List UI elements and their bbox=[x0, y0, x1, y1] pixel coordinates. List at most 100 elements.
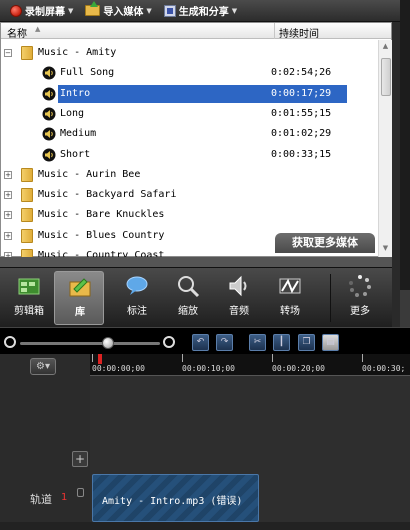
library-clip-row[interactable]: Short 0:00:33;15 bbox=[1, 145, 378, 165]
main-toolbar: 录制屏幕 ▼ 导入媒体 ▼ 生成和分享 ▼ bbox=[0, 0, 400, 22]
expand-icon[interactable]: + bbox=[4, 211, 12, 220]
ruler-tick-mark bbox=[362, 354, 363, 362]
library-clip-row[interactable]: Long 0:01:55;15 bbox=[1, 104, 378, 124]
get-more-media-button[interactable]: 获取更多媒体 bbox=[275, 233, 375, 253]
paste-button[interactable]: ▤ bbox=[322, 334, 339, 351]
clip-label: Short bbox=[60, 148, 91, 160]
timeline-settings-button[interactable]: ⚙▾ bbox=[30, 358, 56, 375]
folder-label: Music - Backyard Safari bbox=[38, 189, 177, 201]
tab-zoom[interactable]: 缩放 bbox=[163, 271, 213, 325]
preview-edge bbox=[400, 0, 410, 290]
audio-clip-icon bbox=[42, 107, 56, 121]
produce-share-button[interactable]: 生成和分享 ▼ bbox=[163, 3, 237, 18]
library-folder-row[interactable]: + Music - Backyard Safari bbox=[1, 185, 378, 205]
library-clip-row[interactable]: Medium 0:01:02;29 bbox=[1, 124, 378, 144]
timeline-clip-label: Amity - Intro.mp3 (错误) bbox=[102, 496, 243, 507]
library-panel: 名称 ▲ 持续时间 − Music - Amity Full Song 0:02:54… bbox=[0, 22, 392, 258]
tab-clip-bin-label: 剪辑箱 bbox=[14, 306, 44, 317]
audio-clip-icon bbox=[42, 148, 56, 161]
clip-bin-icon bbox=[18, 278, 40, 295]
folder-icon bbox=[21, 228, 33, 243]
more-icon bbox=[349, 275, 371, 297]
audio-clip-icon bbox=[42, 87, 56, 101]
record-label: 录制屏幕 bbox=[25, 7, 65, 18]
zoom-slider[interactable] bbox=[20, 337, 160, 349]
library-folder-row[interactable]: + Music - Aurin Bee bbox=[1, 165, 378, 185]
library-folder-row[interactable]: − Music - Amity bbox=[1, 43, 378, 63]
tab-library-label: 库 bbox=[75, 307, 85, 318]
scroll-down-icon[interactable]: ▼ bbox=[380, 244, 391, 255]
column-divider[interactable] bbox=[274, 23, 275, 39]
tab-more-label: 更多 bbox=[350, 306, 370, 317]
tab-zoom-label: 缩放 bbox=[178, 306, 198, 317]
zoom-in-icon[interactable] bbox=[163, 336, 175, 348]
scrollbar-thumb[interactable] bbox=[381, 58, 391, 96]
copy-button[interactable]: ❐ bbox=[298, 334, 315, 351]
ruler-tick-mark bbox=[92, 354, 93, 362]
library-header: 名称 ▲ 持续时间 bbox=[1, 23, 391, 40]
tab-audio-label: 音频 bbox=[229, 306, 249, 317]
tab-clip-bin[interactable]: 剪辑箱 bbox=[4, 271, 54, 325]
tab-callouts[interactable]: 标注 bbox=[112, 271, 162, 325]
timeline-bottom-scroll[interactable] bbox=[0, 522, 410, 530]
scissors-icon: ✂ bbox=[253, 337, 262, 347]
track-number: 1 bbox=[61, 492, 68, 503]
record-screen-button[interactable]: 录制屏幕 ▼ bbox=[10, 3, 73, 18]
folder-icon bbox=[21, 46, 33, 60]
folder-label: Music - Blues Country bbox=[38, 229, 165, 241]
time-ruler[interactable]: 00:00:00;00 00:00:10;00 00:00:20;00 00:00:3… bbox=[90, 354, 410, 376]
audio-clip-icon bbox=[42, 127, 56, 141]
produce-share-icon bbox=[163, 4, 176, 17]
library-clip-row[interactable]: Intro 0:00:17;29 bbox=[1, 84, 378, 104]
copy-icon: ❐ bbox=[302, 337, 311, 347]
ruler-tick-label: 00:00:20;00 bbox=[272, 364, 325, 373]
clip-label: Medium bbox=[60, 128, 97, 140]
collapse-icon[interactable]: − bbox=[4, 49, 12, 57]
callout-icon bbox=[126, 276, 148, 295]
clip-duration: 0:00:33;15 bbox=[271, 148, 332, 160]
lock-icon[interactable] bbox=[77, 488, 84, 497]
library-folder-icon bbox=[69, 278, 91, 297]
playhead[interactable] bbox=[98, 354, 102, 364]
import-folder-icon bbox=[85, 1, 101, 16]
chevron-down-icon: ▼ bbox=[68, 6, 74, 15]
library-folder-row[interactable]: + Music - Bare Knuckles bbox=[1, 205, 378, 225]
folder-label: Music - Amity bbox=[38, 47, 117, 58]
import-media-button[interactable]: 导入媒体 ▼ bbox=[85, 1, 152, 18]
clip-duration: 0:00:17;29 bbox=[271, 87, 332, 99]
transition-icon bbox=[279, 278, 301, 294]
split-icon: ┃ bbox=[278, 337, 285, 347]
undo-button[interactable]: ↶ bbox=[192, 334, 209, 351]
zoom-magnifier-icon bbox=[178, 276, 200, 298]
tab-transitions[interactable]: 转场 bbox=[265, 271, 315, 325]
tab-library[interactable]: 库 bbox=[54, 271, 104, 325]
clip-label: Long bbox=[60, 107, 85, 119]
column-header-duration[interactable]: 持续时间 bbox=[279, 25, 319, 40]
library-scrollbar[interactable]: ▲ ▼ bbox=[378, 40, 392, 258]
folder-label: Music - Aurin Bee bbox=[38, 168, 141, 180]
expand-icon[interactable]: + bbox=[4, 231, 12, 240]
tab-separator bbox=[330, 274, 331, 322]
clip-label: Full Song bbox=[60, 67, 115, 79]
library-clip-row[interactable]: Full Song 0:02:54;26 bbox=[1, 63, 378, 83]
produce-label: 生成和分享 bbox=[178, 7, 229, 18]
timeline-toolbar: ↶ ↷ ✂ ┃ ❐ ▤ bbox=[0, 327, 410, 354]
zoom-slider-thumb[interactable] bbox=[102, 337, 115, 349]
tab-audio[interactable]: 音频 bbox=[214, 271, 264, 325]
zoom-out-icon[interactable] bbox=[4, 336, 16, 348]
cut-button[interactable]: ✂ bbox=[249, 334, 266, 351]
ruler-tick-label: 00:00:10;00 bbox=[182, 364, 235, 373]
clip-duration: 0:01:55;15 bbox=[271, 107, 332, 119]
record-icon bbox=[10, 4, 22, 17]
folder-icon bbox=[21, 188, 33, 203]
expand-icon[interactable]: + bbox=[4, 191, 12, 200]
scroll-up-icon[interactable]: ▲ bbox=[380, 42, 391, 53]
chevron-down-icon: ▼ bbox=[146, 6, 152, 15]
redo-button[interactable]: ↷ bbox=[216, 334, 233, 351]
audio-clip-icon bbox=[42, 66, 56, 80]
add-track-button[interactable]: + bbox=[72, 451, 88, 467]
tab-more[interactable]: 更多 bbox=[335, 271, 385, 325]
column-header-name[interactable]: 名称 bbox=[7, 25, 27, 40]
split-button[interactable]: ┃ bbox=[273, 334, 290, 351]
expand-icon[interactable]: + bbox=[4, 170, 12, 179]
